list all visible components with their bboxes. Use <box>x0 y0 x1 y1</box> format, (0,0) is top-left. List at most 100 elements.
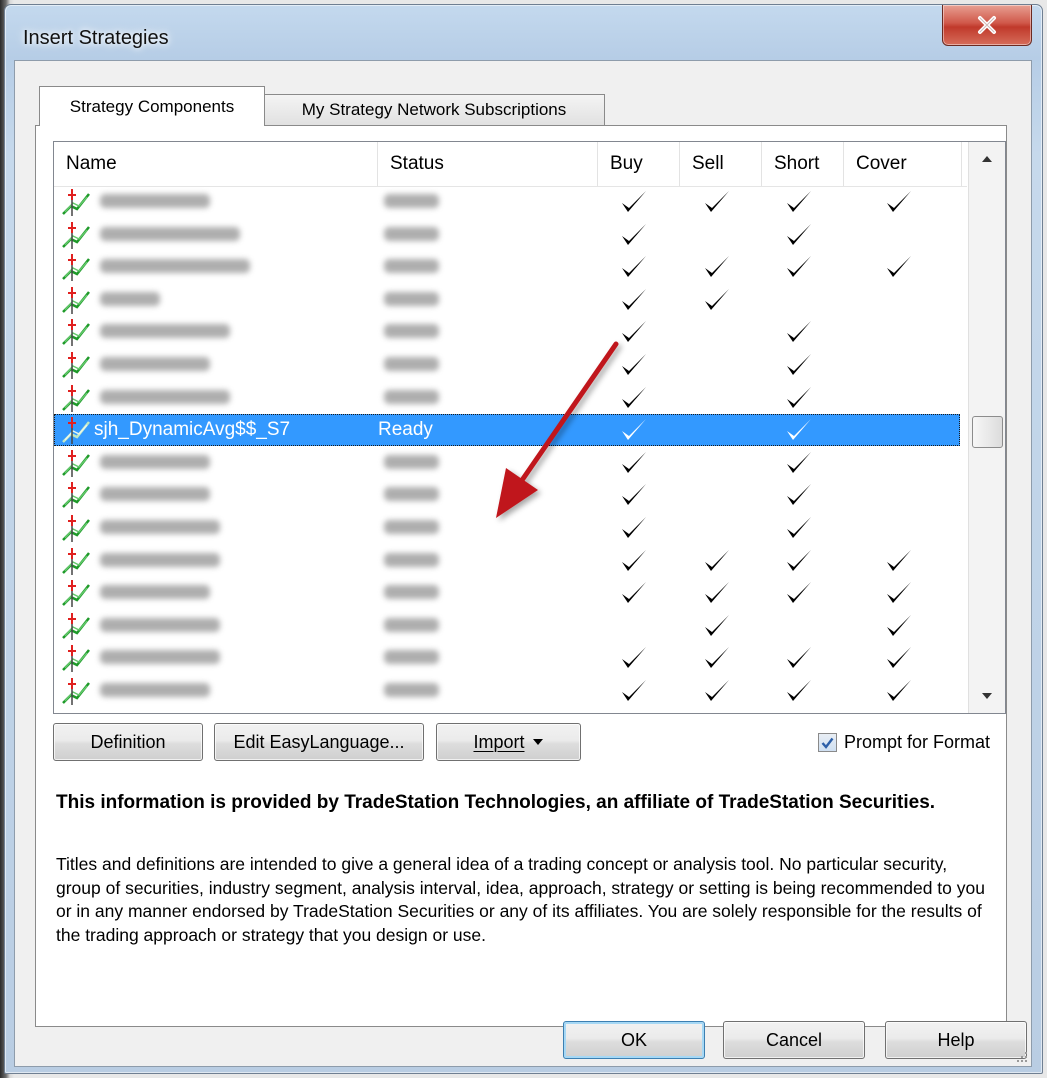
cover-checkmark-icon <box>884 253 918 283</box>
obscured-name <box>100 291 160 306</box>
cover-checkmark-icon <box>884 579 918 609</box>
arrow-down-icon <box>982 693 992 699</box>
short-checkmark-icon <box>784 677 818 707</box>
obscured-status <box>384 324 439 339</box>
strategy-icon <box>59 479 93 511</box>
obscured-status <box>384 683 439 697</box>
short-checkmark-icon <box>784 644 818 674</box>
short-checkmark-icon <box>784 318 818 348</box>
import-button[interactable]: Import <box>436 723 581 761</box>
scroll-down-button[interactable] <box>969 679 1005 713</box>
buy-checkmark-icon <box>619 449 653 479</box>
buy-checkmark-icon <box>619 547 653 577</box>
tab-strategy-components[interactable]: Strategy Components <box>39 86 265 126</box>
table-row[interactable] <box>54 447 960 479</box>
obscured-name <box>100 650 220 665</box>
tab-my-strategy-network-subscriptions[interactable]: My Strategy Network Subscriptions <box>263 94 605 125</box>
column-header-short[interactable]: Short <box>762 142 844 186</box>
prompt-for-format-label: Prompt for Format <box>844 732 991 752</box>
column-header-buy[interactable]: Buy <box>598 142 680 186</box>
obscured-status <box>384 650 439 665</box>
short-checkmark-icon <box>784 579 818 609</box>
obscured-name <box>100 617 220 632</box>
close-button[interactable] <box>942 5 1032 46</box>
strategy-icon <box>59 251 93 283</box>
table-row[interactable] <box>54 479 960 511</box>
table-row[interactable] <box>54 382 960 414</box>
sell-checkmark-icon <box>702 286 736 316</box>
prompt-for-format-checkbox[interactable]: Prompt for Format <box>818 732 990 753</box>
definition-button[interactable]: Definition <box>53 723 203 761</box>
checkbox-box[interactable] <box>818 733 837 752</box>
cancel-button[interactable]: Cancel <box>723 1021 865 1059</box>
info-heading: This information is provided by TradeSta… <box>56 792 936 813</box>
table-row[interactable] <box>54 219 960 251</box>
checkmark-icon <box>821 737 834 749</box>
resize-grip-icon[interactable] <box>1011 1046 1029 1064</box>
table-row[interactable] <box>54 545 960 577</box>
strategy-list[interactable]: Name Status Buy Sell Short Cover sjh_Dyn… <box>53 141 1006 714</box>
table-row[interactable] <box>54 610 960 642</box>
column-header-sell[interactable]: Sell <box>680 142 762 186</box>
short-checkmark-icon <box>784 547 818 577</box>
strategy-icon <box>59 349 93 381</box>
table-row[interactable] <box>54 186 960 218</box>
insert-strategies-dialog: Insert Strategies Strategy Components My… <box>4 4 1043 1074</box>
import-label: Import <box>473 731 525 752</box>
short-checkmark-icon <box>784 221 818 251</box>
table-row[interactable] <box>54 642 960 674</box>
strategy-icon <box>59 642 93 674</box>
obscured-name <box>100 683 210 697</box>
table-row[interactable] <box>54 577 960 609</box>
vertical-scrollbar[interactable] <box>968 142 1005 713</box>
obscured-status <box>384 487 439 502</box>
obscured-status <box>384 389 439 404</box>
cover-checkmark-icon <box>884 677 918 707</box>
table-row[interactable] <box>54 349 960 381</box>
close-x-icon <box>978 16 996 34</box>
list-rows: sjh_DynamicAvg$$_S7 Ready <box>54 186 967 713</box>
buy-checkmark-icon <box>619 286 653 316</box>
column-header-name[interactable]: Name <box>54 142 378 186</box>
scroll-up-button[interactable] <box>969 142 1005 176</box>
obscured-name <box>100 487 210 502</box>
strategy-icon <box>59 675 93 707</box>
scroll-thumb[interactable] <box>972 416 1003 448</box>
sell-checkmark-icon <box>702 547 736 577</box>
obscured-status <box>384 617 439 632</box>
table-row[interactable] <box>54 675 960 707</box>
table-row-selected[interactable]: sjh_DynamicAvg$$_S7 Ready <box>54 414 960 447</box>
sell-checkmark-icon <box>702 253 736 283</box>
table-row[interactable] <box>54 512 960 544</box>
buy-checkmark-icon <box>619 318 653 348</box>
window-title: Insert Strategies <box>23 27 169 49</box>
edit-easylanguage-button[interactable]: Edit EasyLanguage... <box>214 723 424 761</box>
buy-checkmark-icon <box>619 481 653 511</box>
column-header-status[interactable]: Status <box>378 142 598 186</box>
help-button[interactable]: Help <box>885 1021 1027 1059</box>
cover-checkmark-icon <box>884 644 918 674</box>
obscured-status <box>384 226 439 241</box>
ok-button[interactable]: OK <box>563 1021 705 1059</box>
arrow-up-icon <box>982 156 992 162</box>
obscured-name <box>100 357 210 371</box>
table-row[interactable] <box>54 251 960 283</box>
strategy-icon <box>59 284 93 316</box>
info-body: Titles and definitions are intended to g… <box>56 854 985 945</box>
buy-checkmark-icon <box>619 579 653 609</box>
strategy-icon <box>59 447 93 479</box>
obscured-status <box>384 194 439 208</box>
table-row[interactable] <box>54 316 960 348</box>
strategy-status: Ready <box>378 419 433 441</box>
buy-checkmark-icon <box>619 677 653 707</box>
obscured-status <box>384 291 439 306</box>
sell-checkmark-icon <box>702 579 736 609</box>
table-row[interactable] <box>54 284 960 316</box>
strategy-icon <box>59 316 93 348</box>
obscured-name <box>100 259 250 274</box>
strategy-icon <box>59 610 93 642</box>
title-bar[interactable]: Insert Strategies <box>5 5 1042 61</box>
buy-checkmark-icon <box>619 644 653 674</box>
column-header-cover[interactable]: Cover <box>844 142 962 186</box>
buy-checkmark-icon <box>619 384 653 414</box>
